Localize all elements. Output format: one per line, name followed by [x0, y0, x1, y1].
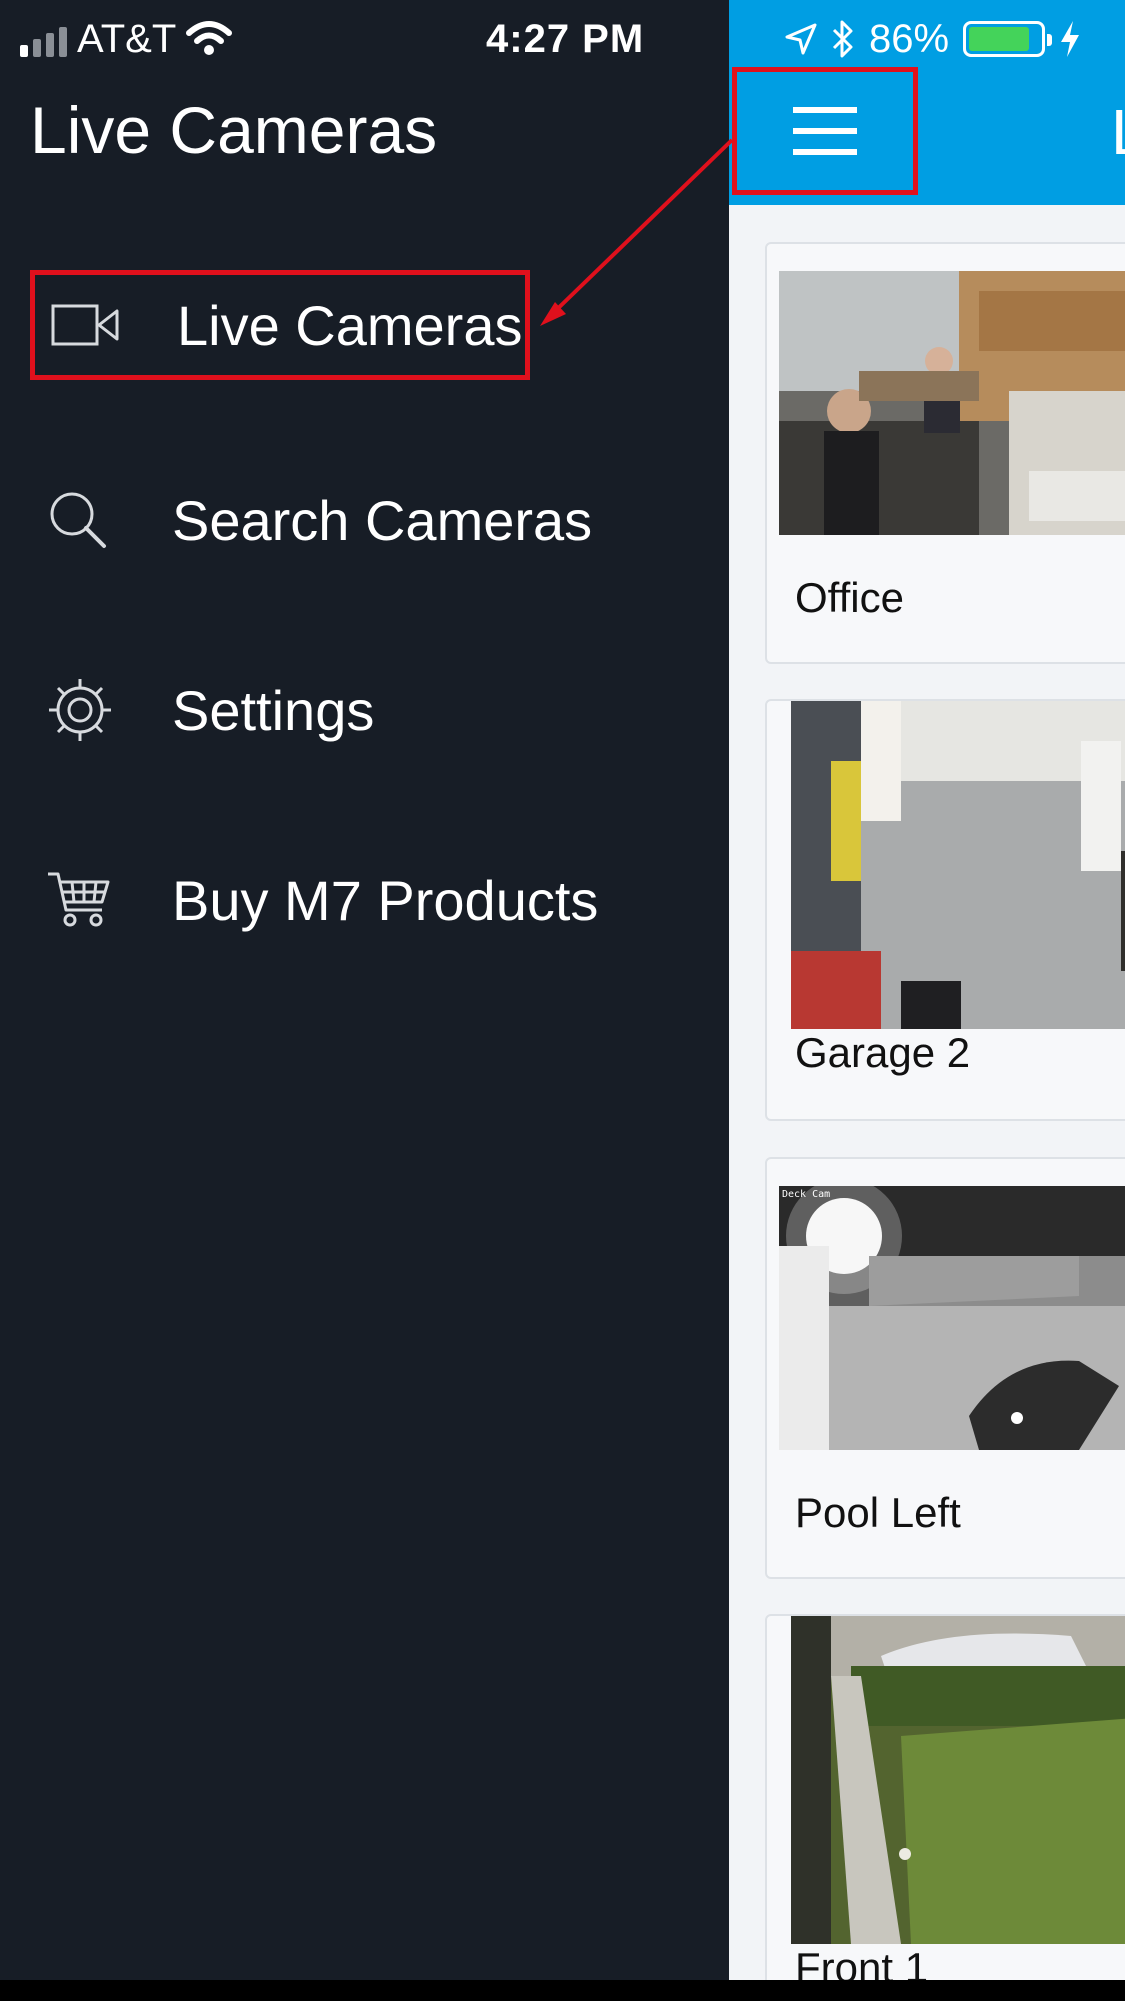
- menu-item-settings[interactable]: Settings: [30, 655, 670, 765]
- camera-card-garage-2[interactable]: Garage 2: [765, 699, 1125, 1121]
- charging-bolt-icon: [1061, 21, 1080, 57]
- video-camera-icon: [35, 285, 143, 365]
- cart-icon: [30, 860, 138, 940]
- camera-name: Front 1: [795, 1944, 929, 1980]
- battery-percent: 86%: [869, 16, 950, 61]
- wifi-icon: [186, 21, 233, 55]
- search-icon: [30, 480, 138, 560]
- drawer-title: Live Cameras: [30, 93, 438, 167]
- menu-item-search-cameras[interactable]: Search Cameras: [30, 465, 670, 575]
- menu-item-label: Live Cameras: [177, 293, 523, 357]
- camera-name: Pool Left: [795, 1489, 961, 1536]
- battery-icon: [963, 21, 1053, 57]
- camera-thumbnail: [791, 1616, 1125, 1944]
- carrier-label: AT&T: [77, 16, 177, 61]
- cellular-signal-icon: [20, 21, 67, 57]
- camera-card-pool-left[interactable]: Deck Cam Pool Left: [765, 1157, 1125, 1579]
- status-bar-left: AT&T: [20, 14, 233, 64]
- camera-card-office[interactable]: Office: [765, 242, 1125, 664]
- menu-item-label: Buy M7 Products: [172, 868, 599, 932]
- camera-card-front-1[interactable]: Front 1: [765, 1614, 1125, 1980]
- app-bar: 86% L: [729, 0, 1125, 205]
- camera-thumbnail: Deck Cam: [779, 1178, 1125, 1450]
- camera-name: Garage 2: [795, 1029, 971, 1076]
- bottom-bar: [0, 1980, 1125, 2001]
- menu-item-label: Settings: [172, 678, 375, 742]
- gear-icon: [30, 670, 138, 750]
- camera-list-panel: 86% L: [729, 0, 1125, 1980]
- hamburger-icon: [793, 107, 857, 155]
- camera-overlay-text: Deck Cam: [782, 1189, 830, 1200]
- status-time: 4:27 PM: [486, 17, 645, 61]
- hamburger-menu-button[interactable]: [732, 67, 918, 195]
- menu-item-live-cameras[interactable]: Live Cameras: [30, 270, 530, 380]
- camera-thumbnail: [779, 271, 1125, 535]
- menu-item-buy-products[interactable]: Buy M7 Products: [30, 845, 670, 955]
- camera-thumbnail: [791, 701, 1125, 1029]
- page-title: L: [1111, 95, 1125, 169]
- navigation-drawer: AT&T 4:27 PM Live Cameras Live Cameras S…: [0, 0, 729, 1980]
- camera-name: Office: [795, 574, 904, 621]
- menu-item-label: Search Cameras: [172, 488, 593, 552]
- location-arrow-icon: [785, 23, 817, 55]
- status-bar-right: 86%: [785, 14, 1081, 64]
- bluetooth-icon: [832, 20, 853, 58]
